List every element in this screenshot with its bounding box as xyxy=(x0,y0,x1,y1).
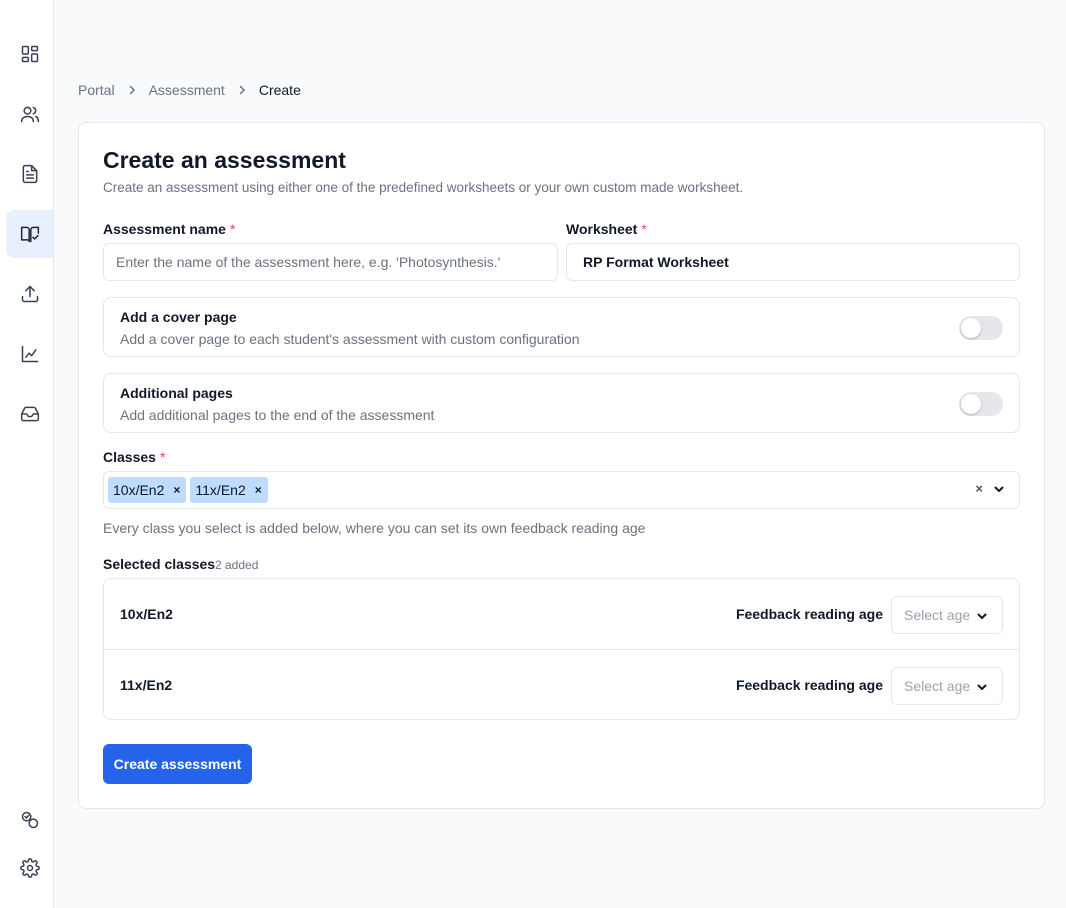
required-mark: * xyxy=(641,221,647,237)
breadcrumb-create: Create xyxy=(258,82,301,98)
additional-pages-title: Additional pages xyxy=(120,385,233,401)
class-chip-label: 11x/En2 xyxy=(195,482,246,498)
class-name: 11x/En2 xyxy=(120,677,173,693)
nav-documents[interactable] xyxy=(6,150,53,198)
page-subtitle: Create an assessment using either one of… xyxy=(103,180,744,195)
required-mark: * xyxy=(159,449,166,465)
cover-page-title: Add a cover page xyxy=(120,309,237,325)
nav-upload[interactable] xyxy=(6,270,53,318)
classes-label: Classes * xyxy=(103,449,165,465)
worksheet-selected-value: RP Format Worksheet xyxy=(583,254,729,270)
additional-pages-description: Add additional pages to the end of the a… xyxy=(120,407,435,423)
selected-classes-list: 10x/En2 Feedback reading age Select age … xyxy=(103,578,1020,720)
class-chip: 10x/En2 × xyxy=(108,477,187,503)
breadcrumb-portal[interactable]: Portal xyxy=(78,82,115,98)
class-row: 10x/En2 Feedback reading age Select age xyxy=(104,579,1019,649)
chevron-right-icon xyxy=(237,85,247,95)
chevron-right-icon xyxy=(127,85,137,95)
cover-page-option: Add a cover page Add a cover page to eac… xyxy=(103,297,1020,357)
worksheet-label-text: Worksheet xyxy=(566,221,638,237)
selected-classes-label: Selected classes xyxy=(103,556,216,572)
clear-icon[interactable]: × xyxy=(975,481,983,496)
breadcrumb-assessment[interactable]: Assessment xyxy=(149,82,225,98)
class-name: 10x/En2 xyxy=(120,606,173,622)
nav-inbox[interactable] xyxy=(6,390,53,438)
required-mark: * xyxy=(229,221,236,237)
chip-remove-icon[interactable]: × xyxy=(255,483,262,497)
toggle-knob xyxy=(961,394,981,414)
chevron-down-icon xyxy=(977,684,987,690)
chevron-down-icon xyxy=(977,613,987,619)
multiselect-controls: × xyxy=(975,481,1005,496)
worksheet-select[interactable]: RP Format Worksheet xyxy=(566,243,1020,281)
worksheet-label: Worksheet * xyxy=(566,221,647,237)
cover-page-toggle[interactable] xyxy=(959,316,1003,340)
nav-dashboard[interactable] xyxy=(6,30,53,78)
toggle-knob xyxy=(961,318,981,338)
reading-age-select[interactable]: Select age xyxy=(891,596,1003,634)
nav-toggle-theme[interactable] xyxy=(6,796,53,844)
nav-settings[interactable] xyxy=(6,844,53,892)
classes-hint: Every class you select is added below, w… xyxy=(103,520,646,536)
gear-icon xyxy=(19,858,40,878)
chevron-down-icon[interactable] xyxy=(993,483,1005,495)
reading-age-placeholder: Select age xyxy=(904,607,971,623)
class-chip-label: 10x/En2 xyxy=(113,482,165,498)
class-chip: 11x/En2 × xyxy=(190,477,268,503)
breadcrumb: Portal Assessment Create xyxy=(78,81,301,99)
nav-users[interactable] xyxy=(6,90,53,138)
assessment-name-label-text: Assessment name xyxy=(103,221,226,237)
sidebar xyxy=(0,0,54,908)
classes-label-text: Classes xyxy=(103,449,156,465)
book-check-icon xyxy=(20,226,39,243)
chip-remove-icon[interactable]: × xyxy=(173,483,180,497)
feedback-reading-age-label: Feedback reading age xyxy=(735,677,883,693)
dashboard-icon xyxy=(21,45,38,63)
upload-icon xyxy=(21,285,38,303)
document-icon xyxy=(22,164,37,184)
classes-multiselect[interactable]: 10x/En2 × 11x/En2 × × xyxy=(103,471,1020,509)
nav-analytics[interactable] xyxy=(6,330,53,378)
nav-assessment[interactable] xyxy=(6,210,53,258)
users-icon xyxy=(20,106,39,123)
reading-age-placeholder: Select age xyxy=(904,678,971,694)
class-row: 11x/En2 Feedback reading age Select age xyxy=(104,649,1019,719)
chart-line-icon xyxy=(21,345,38,363)
reading-age-select[interactable]: Select age xyxy=(891,667,1003,705)
additional-pages-toggle[interactable] xyxy=(959,392,1003,416)
feedback-reading-age-label: Feedback reading age xyxy=(735,606,883,622)
create-assessment-button[interactable]: Create assessment xyxy=(103,744,252,784)
create-assessment-card: Create an assessment Create an assessmen… xyxy=(78,122,1045,809)
cover-page-description: Add a cover page to each student's asses… xyxy=(120,331,580,347)
inbox-icon xyxy=(20,406,39,422)
toggle-circles-icon xyxy=(21,811,38,829)
page-title: Create an assessment xyxy=(103,147,346,173)
assessment-name-input[interactable] xyxy=(103,243,558,281)
selected-classes-count: 2 added xyxy=(215,558,259,572)
assessment-name-label: Assessment name * xyxy=(103,221,235,237)
additional-pages-option: Additional pages Add additional pages to… xyxy=(103,373,1020,433)
